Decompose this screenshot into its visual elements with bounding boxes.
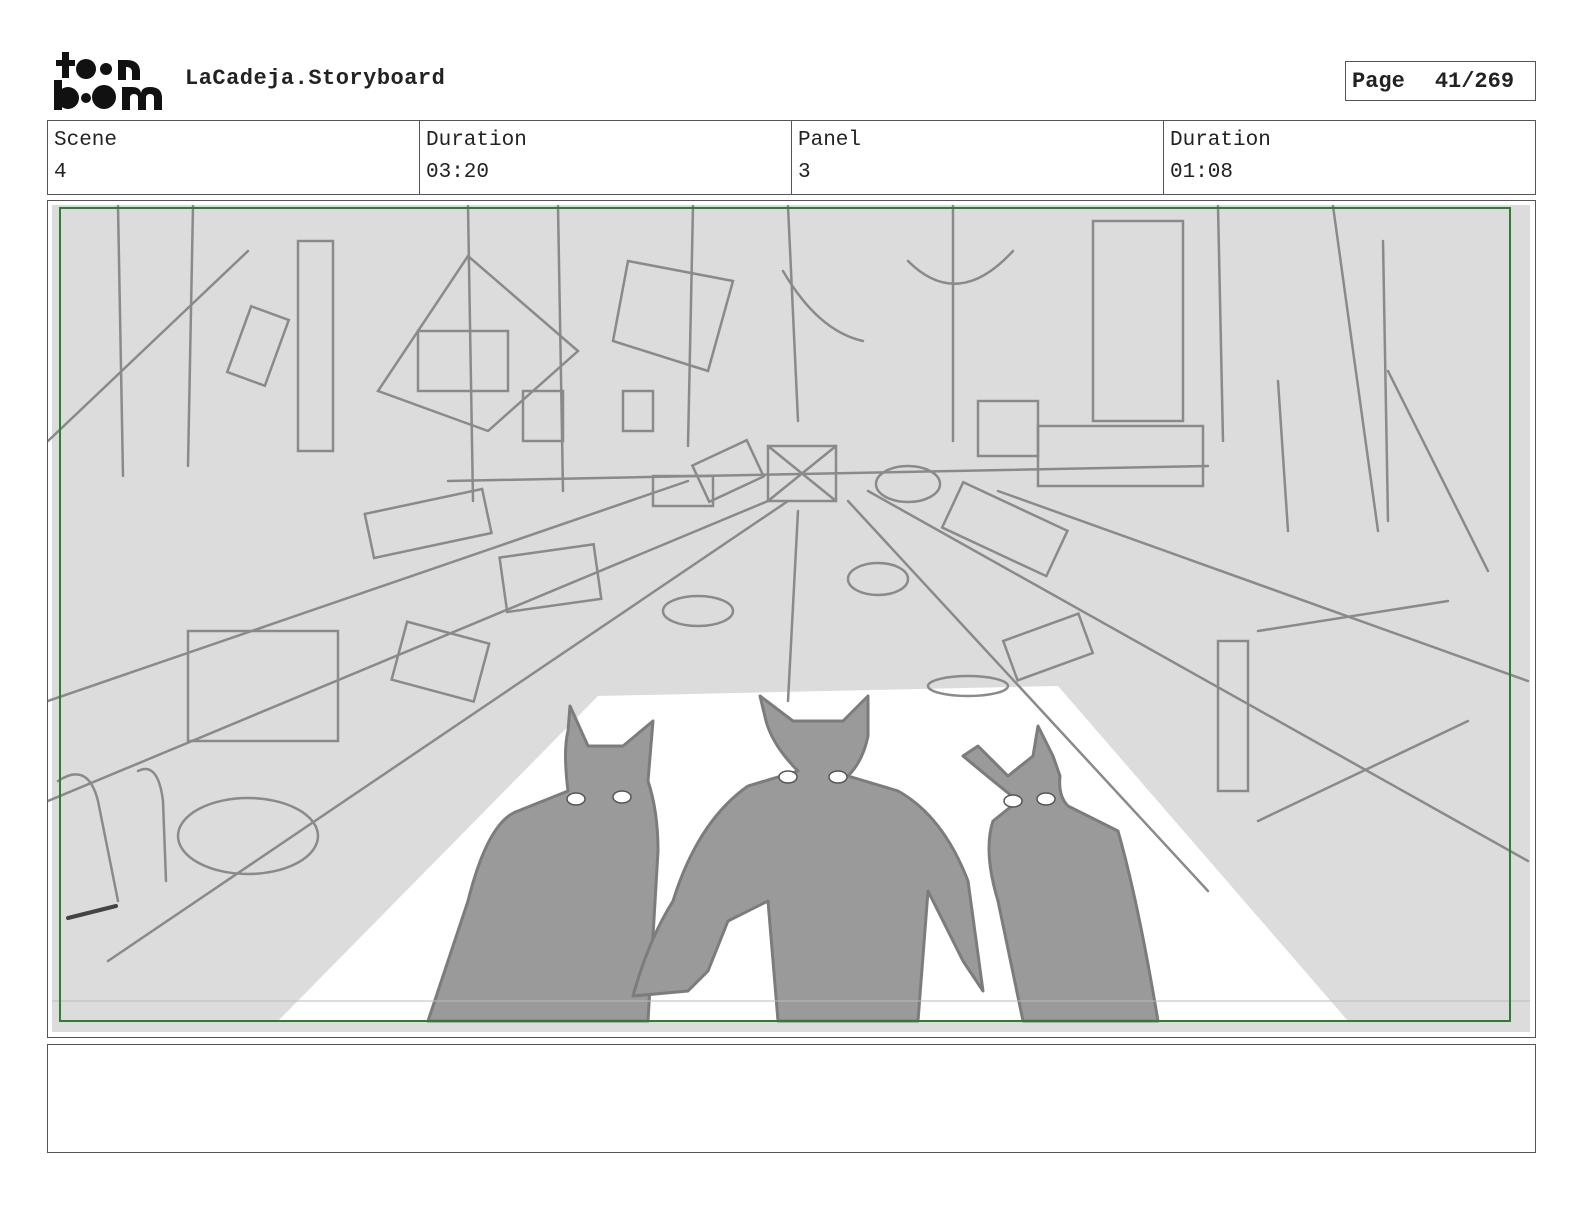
scene-label: Scene [54,129,118,152]
scene-value: 4 [54,161,67,184]
scene-duration-cell: Duration 03:20 [420,121,792,194]
panel-duration-label: Duration [1170,129,1271,152]
page-indicator: Page 41/269 [1345,61,1536,101]
scene-info-bar: Scene 4 Duration 03:20 Panel 3 Duration … [47,120,1536,195]
toon-boom-logo [54,52,162,110]
project-title: LaCadeja.Storyboard [185,66,446,91]
panel-notes[interactable] [47,1044,1536,1153]
page-number: 41/269 [1434,68,1515,94]
page-label: Page [1352,68,1405,94]
scene-duration-label: Duration [426,129,527,152]
panel-sketch [48,204,1530,1032]
scene-duration-value: 03:20 [426,161,490,184]
storyboard-panel [47,200,1536,1038]
panel-label: Panel [798,129,862,152]
scene-cell: Scene 4 [48,121,420,194]
panel-cell: Panel 3 [792,121,1164,194]
panel-duration-value: 01:08 [1170,161,1234,184]
panel-value: 3 [798,161,811,184]
panel-duration-cell: Duration 01:08 [1164,121,1535,194]
